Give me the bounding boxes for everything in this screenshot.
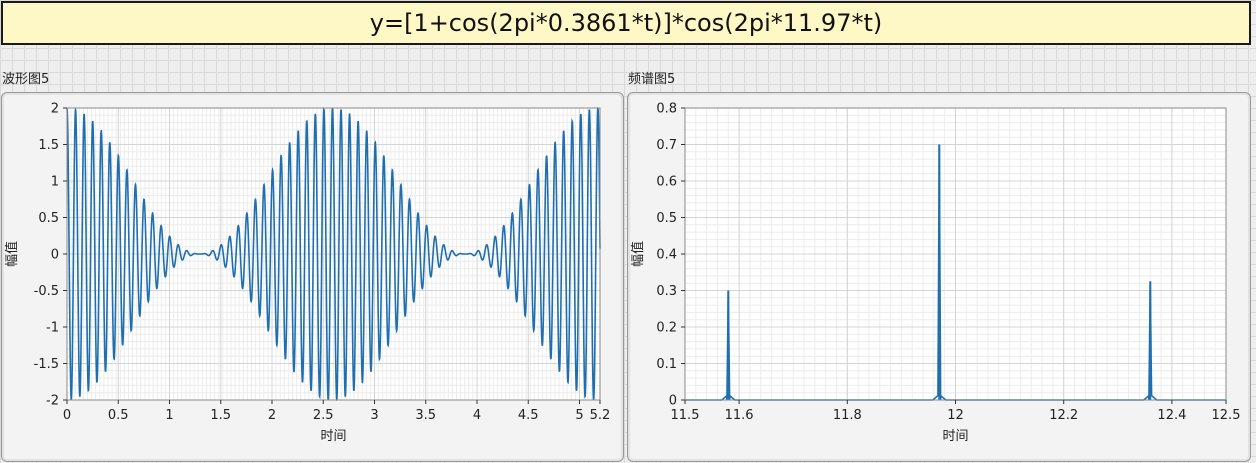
waveform-y-tick-label: 1 xyxy=(51,175,59,190)
spectrum-x-tick-label: 11.5 xyxy=(671,408,700,423)
spectrum-graph-label: 频谱图5 xyxy=(628,72,676,87)
waveform-chart[interactable]: 0 0.5 1 1.5 2 2.5 3 3.5 4 4.5 5 5.2 -2 -1.5 -1 -0.5 0 0.5… xyxy=(2,93,625,463)
waveform-y-tick-label: 1.5 xyxy=(38,138,59,153)
waveform-x-tick-label: 1 xyxy=(165,408,173,423)
waveform-y-tick-label: -2 xyxy=(46,394,59,409)
waveform-y-tick-label: 0.5 xyxy=(38,211,59,226)
waveform-x-tick-label: 3 xyxy=(370,408,378,423)
spectrum-x-tick-label: 12.2 xyxy=(1049,408,1078,423)
spectrum-x-tick-label: 12 xyxy=(947,408,964,423)
spectrum-graph-panel[interactable]: 11.5 11.6 11.8 12 12.2 12.4 12.5 0 0.1 0.2 0.3 0.4 0… xyxy=(627,92,1251,462)
spectrum-y-tick-label: 0.1 xyxy=(656,357,677,372)
spectrum-y-tick-label: 0.2 xyxy=(656,321,677,336)
waveform-graph-panel[interactable]: 0 0.5 1 1.5 2 2.5 3 3.5 4 4.5 5 5.2 -2 -1.5 -1 -0.5 0 0.5… xyxy=(1,92,624,462)
spectrum-y-tick-label: 0.6 xyxy=(656,175,677,190)
spectrum-x-tick-label: 12.4 xyxy=(1157,408,1186,423)
formula-text: y=[1+cos(2pi*0.3861*t)]*cos(2pi*11.97*t) xyxy=(369,9,883,37)
spectrum-x-tick-label: 12.5 xyxy=(1212,408,1241,423)
spectrum-y-tick-label: 0.3 xyxy=(656,284,677,299)
spectrum-y-tick-label: 0 xyxy=(669,394,677,409)
spectrum-chart[interactable]: 11.5 11.6 11.8 12 12.2 12.4 12.5 0 0.1 0.2 0.3 0.4 0… xyxy=(628,93,1252,463)
waveform-x-tick-label: 2.5 xyxy=(313,408,334,423)
waveform-x-axis-label: 时间 xyxy=(320,429,346,444)
formula-display: y=[1+cos(2pi*0.3861*t)]*cos(2pi*11.97*t) xyxy=(1,1,1251,45)
waveform-x-tick-label: 5 xyxy=(575,408,583,423)
waveform-y-tick-label: 0 xyxy=(51,248,59,263)
waveform-y-axis-label: 幅值 xyxy=(4,241,20,267)
waveform-y-tick-label: -1.5 xyxy=(34,357,59,372)
waveform-x-tick-label: 0 xyxy=(63,408,71,423)
waveform-x-tick-label: 5.2 xyxy=(590,408,611,423)
waveform-x-tick-label: 0.5 xyxy=(108,408,129,423)
waveform-graph-label: 波形图5 xyxy=(2,72,50,87)
waveform-y-tick-label: -0.5 xyxy=(34,284,59,299)
spectrum-y-axis-label: 幅值 xyxy=(630,241,646,267)
spectrum-x-axis-label: 时间 xyxy=(942,429,968,444)
waveform-x-tick-label: 2 xyxy=(268,408,276,423)
spectrum-y-tick-label: 0.7 xyxy=(656,138,677,153)
spectrum-y-tick-label: 0.8 xyxy=(656,102,677,117)
spectrum-y-tick-label: 0.4 xyxy=(656,248,677,263)
waveform-y-tick-label: -1 xyxy=(46,321,59,336)
spectrum-x-tick-label: 11.6 xyxy=(725,408,754,423)
waveform-x-tick-label: 4.5 xyxy=(518,408,539,423)
spectrum-y-tick-label: 0.5 xyxy=(656,211,677,226)
waveform-x-tick-label: 1.5 xyxy=(210,408,231,423)
waveform-x-tick-label: 3.5 xyxy=(415,408,436,423)
spectrum-x-tick-label: 11.8 xyxy=(833,408,862,423)
waveform-y-tick-label: 2 xyxy=(51,102,59,117)
waveform-x-tick-label: 4 xyxy=(473,408,481,423)
